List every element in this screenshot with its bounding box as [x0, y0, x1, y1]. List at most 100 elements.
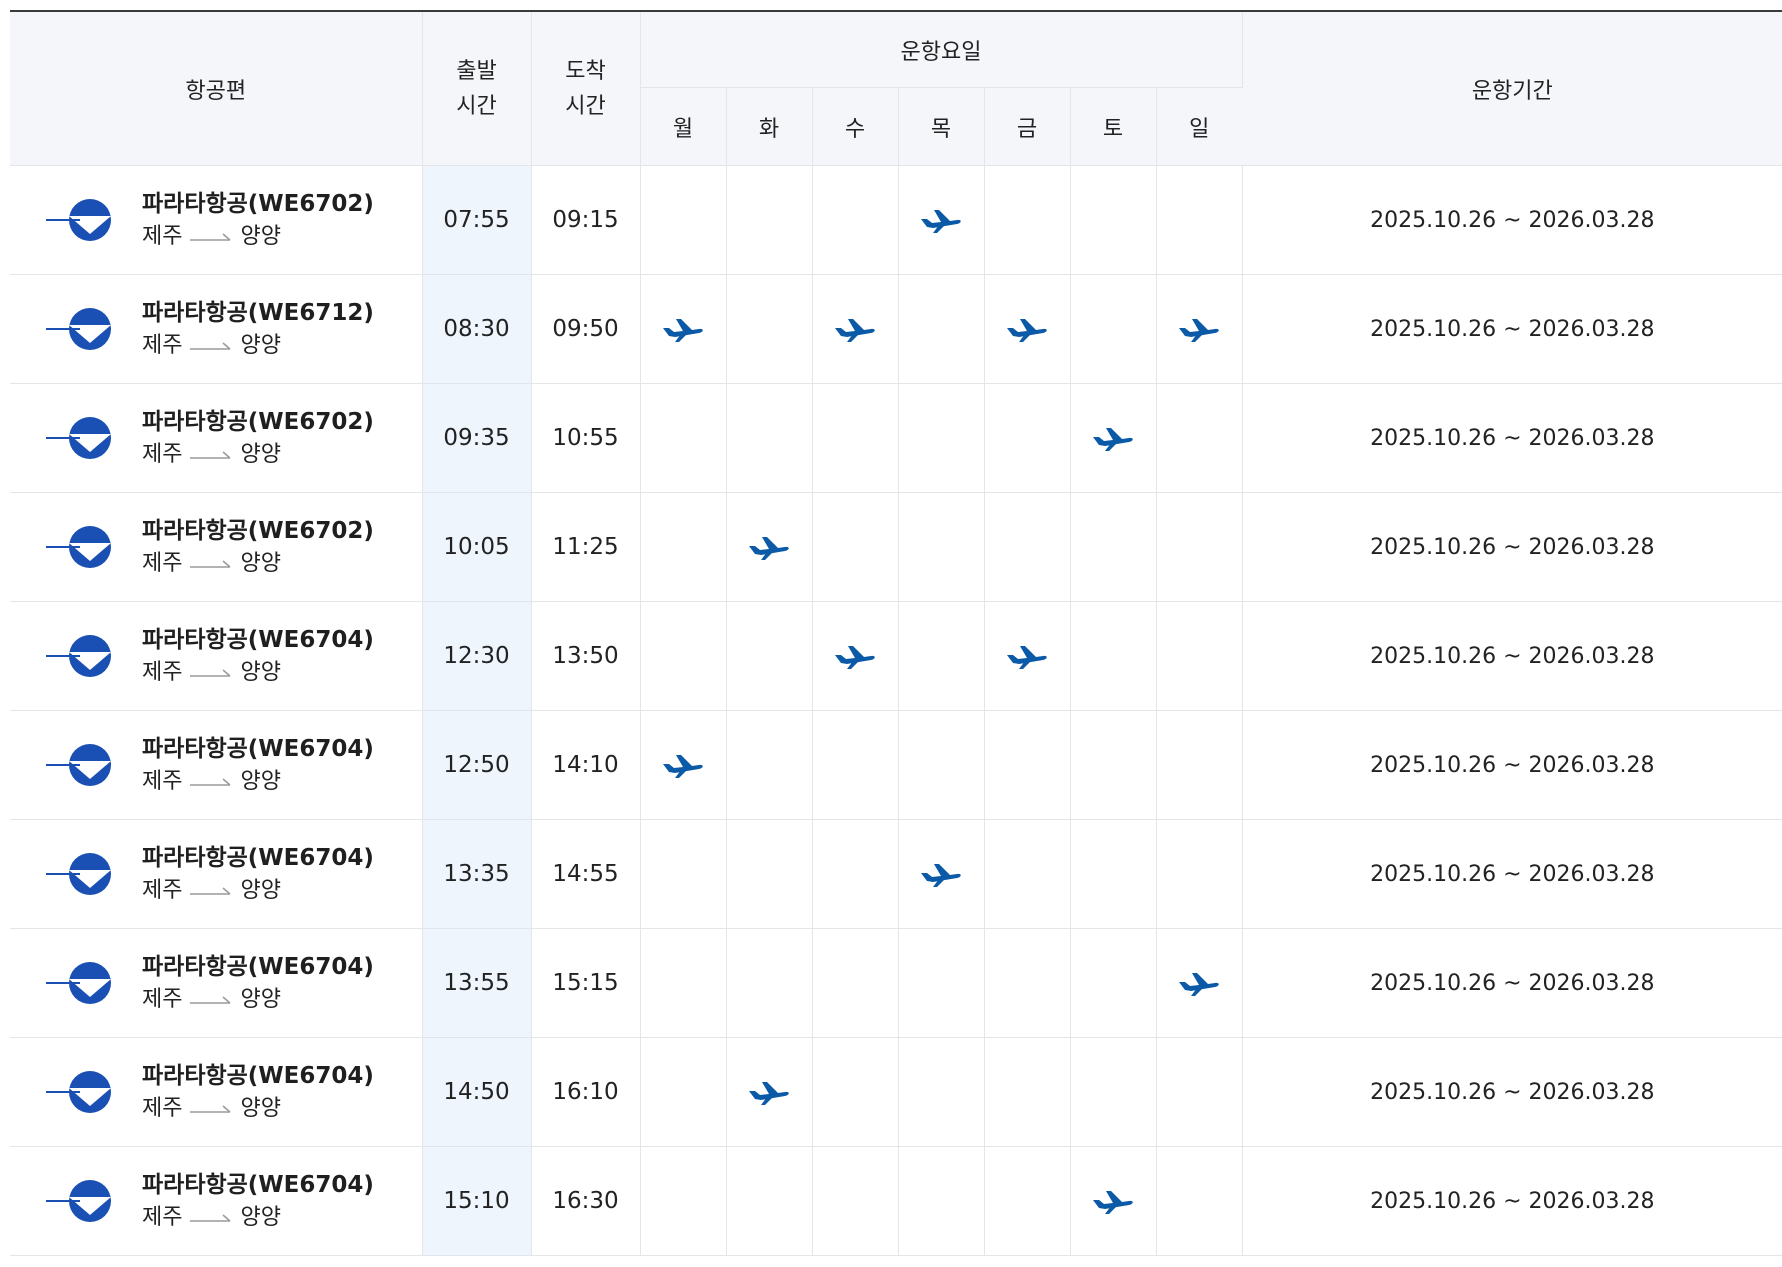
table-row: 파라타항공(WE6702) 제주 양양 10:05 11:25 2025.10.26 ~ … [10, 492, 1782, 602]
route-origin: 제주 [142, 224, 183, 249]
route-origin: 제주 [142, 660, 183, 685]
flight-route: 제주 양양 [142, 1202, 374, 1234]
header-arrival-line2: 시간 [565, 93, 606, 119]
flight-cell: 파라타항공(WE6704) 제주 양양 [10, 819, 423, 929]
day-cell-wed [812, 928, 899, 1038]
day-cell-wed [812, 492, 899, 602]
departure-time: 12:30 [422, 601, 532, 711]
route-arrow-icon [190, 669, 231, 677]
airline-logo-icon [46, 308, 111, 350]
day-cell-fri [984, 601, 1071, 711]
day-cell-fri [984, 928, 1071, 1038]
flight-route: 제주 양양 [142, 330, 374, 362]
table-row: 파라타항공(WE6702) 제주 양양 09:35 10:55 2025.10.26 ~ … [10, 383, 1782, 493]
day-cell-tue [726, 601, 813, 711]
route-origin: 제주 [142, 551, 183, 576]
airline-logo-icon [46, 417, 111, 459]
operating-period: 2025.10.26 ~ 2026.03.28 [1242, 383, 1782, 493]
day-cell-wed [812, 710, 899, 820]
airplane-icon [835, 646, 875, 669]
route-destination: 양양 [240, 769, 281, 794]
airline-logo-icon [46, 635, 111, 677]
flight-route: 제주 양양 [142, 766, 374, 798]
day-cell-sat [1070, 383, 1157, 493]
header-operating-period: 운항기간 [1242, 10, 1782, 166]
day-cell-sun [1156, 928, 1243, 1038]
flight-name: 파라타항공(WE6704) [142, 954, 374, 980]
route-destination: 양양 [240, 442, 281, 467]
table-row: 파라타항공(WE6704) 제주 양양 13:35 14:55 2025.10.26 ~ … [10, 819, 1782, 929]
arrival-time: 09:15 [531, 165, 641, 275]
table-row: 파라타항공(WE6704) 제주 양양 12:30 13:50 2025.10.26 ~ … [10, 601, 1782, 711]
day-cell-sun [1156, 710, 1243, 820]
day-cell-mon [640, 710, 727, 820]
route-arrow-icon [190, 887, 231, 895]
route-destination: 양양 [240, 987, 281, 1012]
day-cell-mon [640, 274, 727, 384]
flight-name: 파라타항공(WE6704) [142, 627, 374, 653]
airplane-icon [749, 1082, 789, 1105]
day-cell-fri [984, 710, 1071, 820]
flight-name: 파라타항공(WE6704) [142, 736, 374, 762]
arrival-time: 14:55 [531, 819, 641, 929]
flight-name: 파라타항공(WE6702) [142, 518, 374, 544]
day-cell-fri [984, 492, 1071, 602]
route-origin: 제주 [142, 442, 183, 467]
table-row: 파라타항공(WE6702) 제주 양양 07:55 09:15 2025.10.26 ~ … [10, 165, 1782, 275]
arrival-time: 10:55 [531, 383, 641, 493]
airplane-icon [921, 210, 961, 233]
arrival-time: 13:50 [531, 601, 641, 711]
table-row: 파라타항공(WE6704) 제주 양양 14:50 16:10 2025.10.26 ~ … [10, 1037, 1782, 1147]
flight-name: 파라타항공(WE6712) [142, 300, 374, 326]
flight-cell: 파라타항공(WE6704) 제주 양양 [10, 1146, 423, 1256]
header-departure-line1: 출발 [456, 58, 497, 84]
route-arrow-icon [190, 560, 231, 568]
flight-cell: 파라타항공(WE6704) 제주 양양 [10, 928, 423, 1038]
day-cell-fri [984, 165, 1071, 275]
route-destination: 양양 [240, 1205, 281, 1230]
route-origin: 제주 [142, 1205, 183, 1230]
route-destination: 양양 [240, 551, 281, 576]
header-arrival-time: 도착 시간 [531, 10, 641, 166]
table-row: 파라타항공(WE6704) 제주 양양 15:10 16:30 2025.10.26 ~ … [10, 1146, 1782, 1256]
day-cell-thu [898, 165, 985, 275]
airplane-icon [1007, 319, 1047, 342]
flight-cell: 파라타항공(WE6704) 제주 양양 [10, 601, 423, 711]
airline-logo-icon [46, 853, 111, 895]
airline-logo-icon [46, 526, 111, 568]
day-cell-sat [1070, 601, 1157, 711]
departure-time: 13:35 [422, 819, 532, 929]
day-cell-tue [726, 383, 813, 493]
table-row: 파라타항공(WE6712) 제주 양양 08:30 09:50 2025.10.26 ~ … [10, 274, 1782, 384]
day-cell-wed [812, 274, 899, 384]
day-cell-thu [898, 710, 985, 820]
departure-time: 14:50 [422, 1037, 532, 1147]
day-cell-sat [1070, 1037, 1157, 1147]
day-cell-sun [1156, 819, 1243, 929]
table-row: 파라타항공(WE6704) 제주 양양 13:55 15:15 2025.10.26 ~ … [10, 928, 1782, 1038]
day-cell-mon [640, 819, 727, 929]
arrival-time: 16:30 [531, 1146, 641, 1256]
flight-route: 제주 양양 [142, 439, 374, 471]
header-departure-line2: 시간 [456, 93, 497, 119]
operating-period: 2025.10.26 ~ 2026.03.28 [1242, 1037, 1782, 1147]
route-arrow-icon [190, 342, 231, 350]
day-cell-sun [1156, 165, 1243, 275]
flight-cell: 파라타항공(WE6702) 제주 양양 [10, 383, 423, 493]
day-cell-mon [640, 1146, 727, 1256]
airline-logo-icon [46, 962, 111, 1004]
arrival-time: 14:10 [531, 710, 641, 820]
day-cell-fri [984, 383, 1071, 493]
departure-time: 09:35 [422, 383, 532, 493]
day-cell-sat [1070, 492, 1157, 602]
flight-cell: 파라타항공(WE6702) 제주 양양 [10, 165, 423, 275]
day-cell-fri [984, 819, 1071, 929]
day-cell-thu [898, 383, 985, 493]
header-day-sun: 일 [1156, 87, 1243, 166]
header-day-mon: 월 [640, 87, 727, 166]
day-cell-thu [898, 601, 985, 711]
day-cell-wed [812, 601, 899, 711]
header-day-thu: 목 [898, 87, 985, 166]
route-destination: 양양 [240, 660, 281, 685]
arrival-time: 16:10 [531, 1037, 641, 1147]
